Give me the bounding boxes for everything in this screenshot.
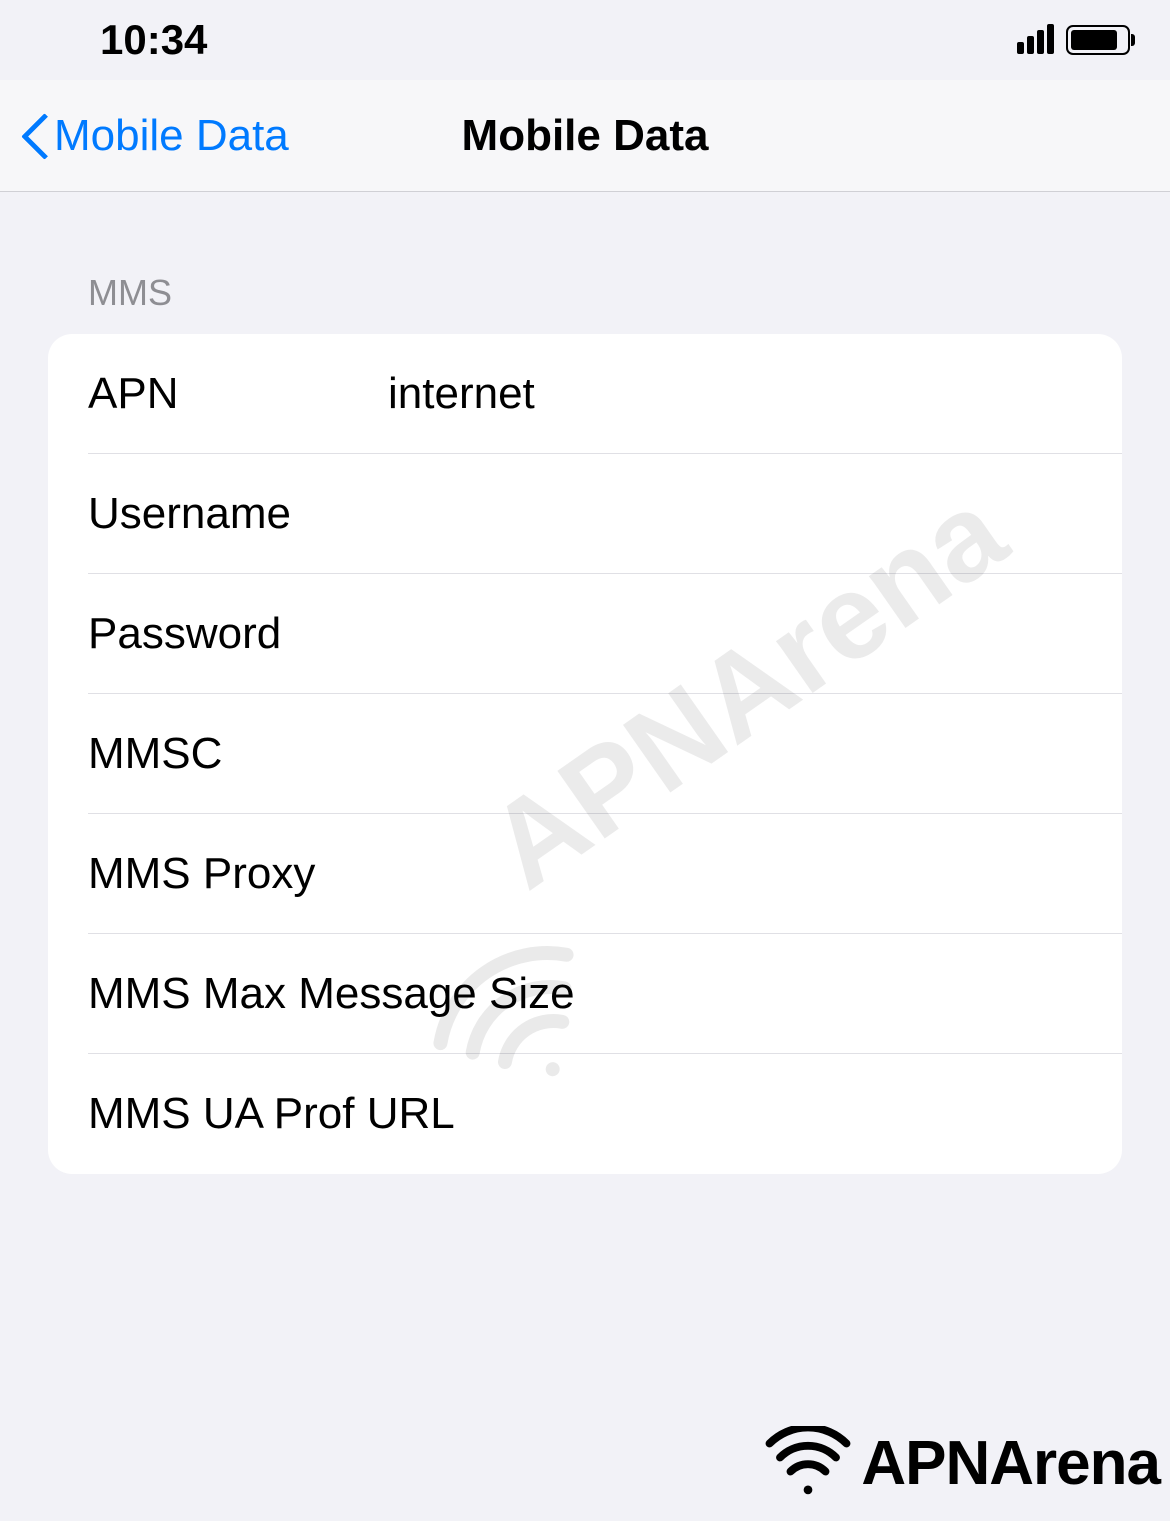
input-username[interactable] xyxy=(388,489,1082,539)
footer-logo-text: APNArena xyxy=(861,1428,1160,1499)
label-mms-max-size: MMS Max Message Size xyxy=(88,969,575,1019)
row-username[interactable]: Username xyxy=(48,454,1122,574)
row-password[interactable]: Password xyxy=(48,574,1122,694)
content-area: MMS APN Username Password MMSC MMS Proxy xyxy=(0,192,1170,1174)
back-label: Mobile Data xyxy=(54,111,289,161)
row-mmsc[interactable]: MMSC xyxy=(48,694,1122,814)
label-apn: APN xyxy=(88,369,388,419)
page-title: Mobile Data xyxy=(462,111,709,161)
input-password[interactable] xyxy=(388,609,1082,659)
status-indicators xyxy=(1017,25,1130,55)
status-bar: 10:34 xyxy=(0,0,1170,80)
label-password: Password xyxy=(88,609,388,659)
cellular-signal-icon xyxy=(1017,26,1054,54)
wifi-icon xyxy=(763,1426,853,1501)
input-mms-max-size[interactable] xyxy=(575,969,1122,1019)
label-mms-ua-prof-url: MMS UA Prof URL xyxy=(88,1089,455,1139)
row-mms-ua-prof-url[interactable]: MMS UA Prof URL xyxy=(48,1054,1122,1174)
back-button[interactable]: Mobile Data xyxy=(0,111,289,161)
row-mms-proxy[interactable]: MMS Proxy xyxy=(48,814,1122,934)
status-time: 10:34 xyxy=(100,16,207,64)
settings-group-mms: APN Username Password MMSC MMS Proxy MMS… xyxy=(48,334,1122,1174)
row-apn[interactable]: APN xyxy=(48,334,1122,454)
input-mmsc[interactable] xyxy=(388,729,1082,779)
footer-logo: APNArena xyxy=(763,1426,1160,1501)
input-mms-ua-prof-url[interactable] xyxy=(455,1089,1082,1139)
input-apn[interactable] xyxy=(388,369,1082,419)
label-mms-proxy: MMS Proxy xyxy=(88,849,388,899)
section-header-mms: MMS xyxy=(48,272,1122,314)
label-mmsc: MMSC xyxy=(88,729,388,779)
chevron-left-icon xyxy=(20,114,44,158)
navigation-bar: Mobile Data Mobile Data xyxy=(0,80,1170,192)
label-username: Username xyxy=(88,489,388,539)
input-mms-proxy[interactable] xyxy=(388,849,1082,899)
battery-icon xyxy=(1066,25,1130,55)
row-mms-max-size[interactable]: MMS Max Message Size xyxy=(48,934,1122,1054)
